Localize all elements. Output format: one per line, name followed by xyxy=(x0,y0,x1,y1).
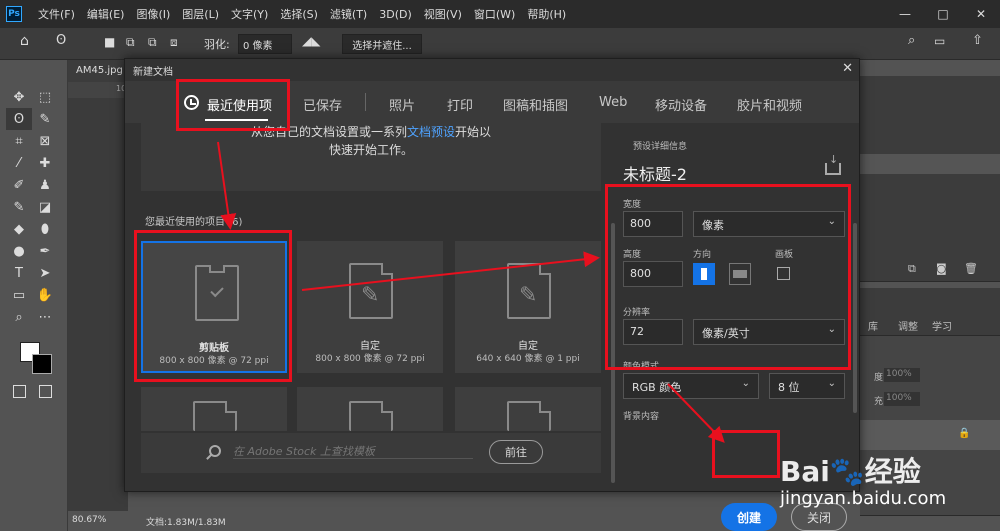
arrow-to-details xyxy=(301,251,600,291)
watermark-url: jingyan.baidu.com xyxy=(780,488,947,509)
watermark-brand: Bai🐾经验 xyxy=(780,455,921,488)
baidu-watermark: Bai🐾经验 jingyan.baidu.com xyxy=(780,420,980,520)
arrow-to-card xyxy=(217,141,237,230)
arrow-to-create xyxy=(667,383,725,443)
